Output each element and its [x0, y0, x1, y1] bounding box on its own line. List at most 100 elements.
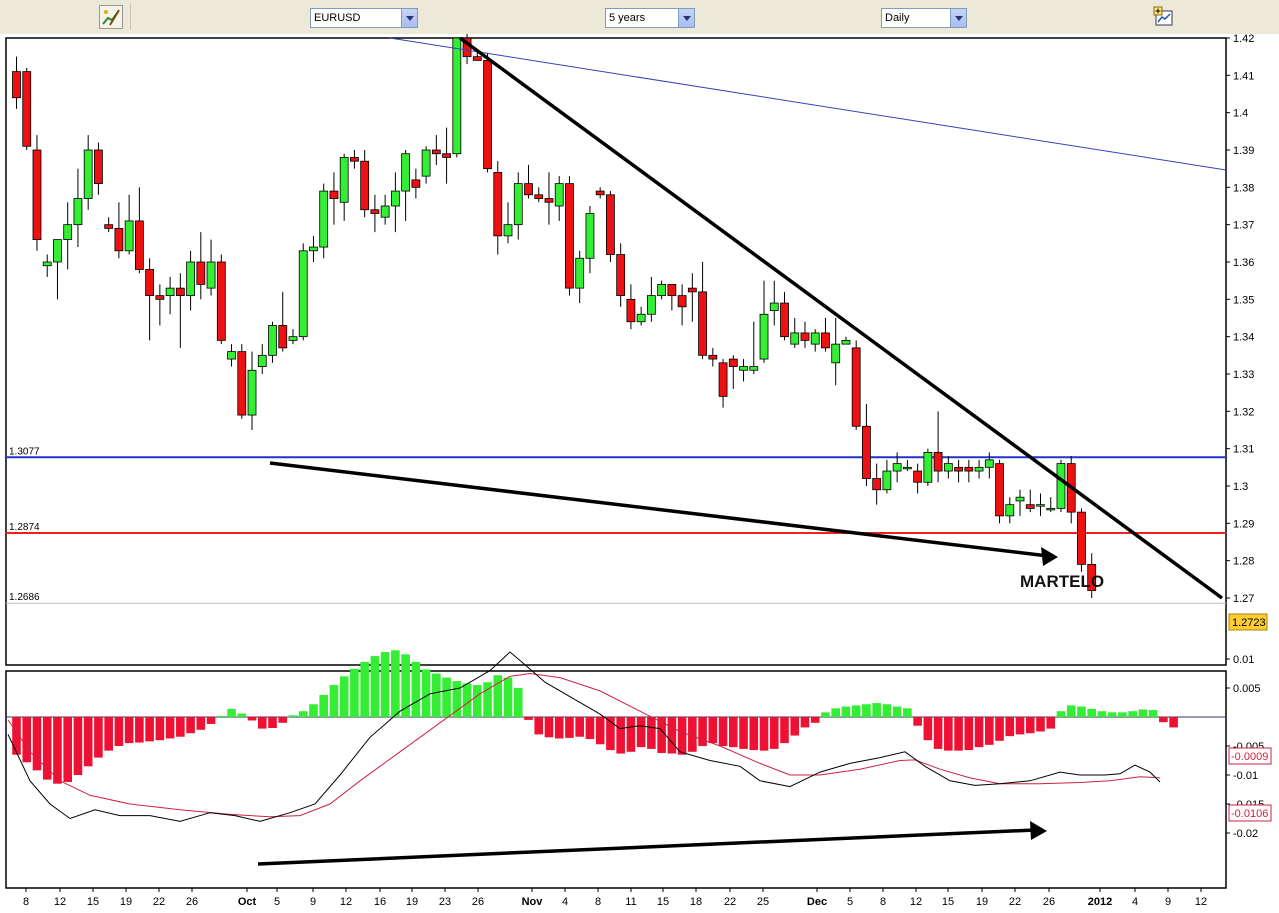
macd-hist-bar-down	[94, 717, 103, 758]
candle-up	[739, 366, 748, 371]
macd-hist-bar-down	[1169, 717, 1178, 728]
macd-hist-bar-up	[892, 706, 902, 717]
candle-down	[698, 291, 707, 356]
macd-hist-bar-down	[923, 717, 933, 741]
macd-hist-bar-up	[421, 669, 431, 717]
candle-down	[687, 287, 697, 293]
symbol-select-value: EURUSD	[314, 12, 361, 24]
candle-down	[175, 287, 185, 296]
macd-tick-label: 0.01	[1233, 654, 1254, 666]
candle-up	[227, 351, 236, 360]
macd-hist-bar-down	[677, 717, 687, 755]
candle-down	[442, 153, 451, 158]
macd-hist-bar-down	[83, 717, 93, 767]
macd-hist-bar-down	[104, 717, 113, 751]
price-level-label: 1.2874	[9, 522, 40, 533]
macd-hist-bar-down	[729, 717, 738, 748]
candle-up	[288, 336, 298, 341]
date-tick-label: 2012	[1088, 896, 1112, 908]
candle-down	[565, 183, 574, 289]
price-tick-label: 1.31	[1233, 444, 1254, 456]
macd-hist-bar-up	[503, 677, 513, 717]
price-tick-label: 1.28	[1233, 556, 1254, 568]
range-select[interactable]: 5 years	[605, 8, 695, 28]
macd-hist-bar-down	[1005, 717, 1015, 737]
date-tick-label: 22	[1009, 896, 1021, 908]
price-tick-label: 1.36	[1233, 257, 1254, 269]
candle-up	[1036, 504, 1045, 507]
range-select-value: 5 years	[609, 12, 646, 24]
candle-up	[339, 157, 349, 203]
candle-down	[821, 332, 830, 349]
macd-hist-bar-down	[1159, 717, 1168, 723]
candle-down	[851, 347, 861, 427]
draw-tool-button[interactable]	[99, 5, 123, 29]
date-tick-label: 16	[374, 896, 386, 908]
price-tick-label: 1.38	[1233, 182, 1254, 194]
chart-settings-button[interactable]	[1153, 6, 1175, 28]
macd-hist-bar-down	[913, 717, 922, 726]
macd-hist-bar-down	[636, 717, 646, 748]
annotation-martelo: MARTELO	[1020, 572, 1104, 591]
macd-hist-bar-up	[227, 708, 236, 717]
interval-select[interactable]: Daily	[881, 8, 967, 28]
candle-down	[728, 358, 738, 367]
macd-hist-bar-up	[411, 661, 421, 717]
macd-hist-bar-down	[176, 717, 185, 737]
macd-tick-label: -0.02	[1233, 828, 1258, 840]
macd-hist-bar-up	[298, 711, 308, 717]
candle-down	[155, 295, 165, 300]
macd-hist-bar-up	[872, 703, 881, 717]
macd-hist-bar-down	[667, 717, 677, 754]
candle-up	[974, 466, 984, 472]
candle-down	[954, 466, 963, 472]
macd-hist-bar-down	[257, 717, 267, 729]
macd-hist-bar-up	[309, 704, 318, 717]
macd-hist-bar-up	[882, 704, 892, 717]
macd-hist-bar-down	[944, 717, 953, 751]
macd-hist-bar-down	[73, 717, 83, 775]
chevron-down-icon[interactable]	[401, 9, 417, 27]
macd-hist-bar-up	[841, 706, 851, 717]
macd-hist-bar-down	[155, 717, 165, 741]
candle-up	[63, 224, 73, 240]
macd-hist-bar-up	[1118, 712, 1127, 717]
candle-down	[800, 332, 810, 341]
chevron-down-icon[interactable]	[950, 9, 966, 27]
toolbar-separator	[130, 4, 131, 30]
candle-down	[360, 160, 370, 211]
macd-hist-bar-down	[524, 717, 533, 720]
macd-hist-bar-up	[1148, 710, 1158, 717]
candle-up	[902, 466, 912, 470]
candle-up	[309, 246, 318, 252]
price-tick-label: 1.33	[1233, 369, 1254, 381]
date-tick-label: 8	[23, 896, 29, 908]
macd-signal-value: -0.0106	[1231, 808, 1268, 820]
candle-down	[626, 298, 636, 323]
candle-up	[124, 220, 134, 252]
date-tick-label: Oct	[238, 896, 257, 908]
macd-hist-bar-down	[718, 717, 728, 746]
chevron-down-icon[interactable]	[678, 9, 694, 27]
macd-hist-bar-down	[565, 717, 574, 738]
macd-hist-bar-down	[810, 717, 820, 723]
candle-down	[483, 59, 492, 170]
last-price-label: 1.2723	[1232, 617, 1266, 629]
symbol-select[interactable]: EURUSD	[310, 8, 418, 28]
date-tick-label: 23	[439, 896, 451, 908]
price-tick-label: 1.29	[1233, 518, 1254, 530]
date-tick-label: 9	[310, 896, 316, 908]
macd-hist-bar-up	[432, 673, 441, 717]
macd-hist-bar-down	[135, 717, 144, 743]
macd-hist-bar-down	[544, 717, 554, 738]
macd-hist-bar-down	[933, 717, 943, 749]
macd-hist-bar-up	[1097, 711, 1107, 717]
candle-down	[780, 302, 789, 338]
candle-down	[964, 466, 974, 472]
macd-hist-bar-up	[473, 685, 482, 717]
candle-down	[595, 190, 605, 196]
price-tick-label: 1.41	[1233, 70, 1254, 82]
date-tick-label: Nov	[522, 896, 544, 908]
candle-up	[759, 313, 769, 360]
macd-hist-bar-up	[1056, 711, 1066, 717]
